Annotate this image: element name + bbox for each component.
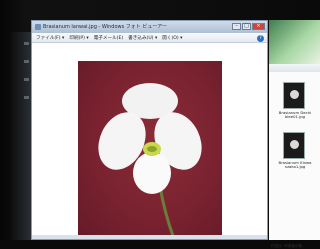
file-caption[interactable]: Brasianum Dechiblee01.jpg	[278, 110, 312, 120]
menu-open[interactable]: 開く(O) ▾	[162, 35, 182, 41]
thumbnail-image	[290, 90, 299, 99]
orchid-flower-image	[98, 83, 202, 240]
lip-pouch	[133, 152, 171, 194]
window-controls: – □ ×	[232, 23, 265, 31]
file-thumbnail[interactable]	[283, 82, 305, 109]
bottom-toolbar	[32, 235, 267, 239]
explorer-side-window: Brasianum Dechiblee01.jpg Brasianum Kinw…	[269, 20, 320, 248]
file-caption[interactable]: Brasianum Kinwa nzaka1.jpg	[278, 160, 312, 170]
menu-print[interactable]: 印刷(P) ▾	[69, 35, 88, 41]
edge-mark	[24, 78, 29, 81]
window-title: Brasianum lanwai.jpg - Windows フォト ビューアー	[43, 24, 167, 30]
flower-stem	[158, 185, 176, 240]
image-viewer-area	[32, 43, 267, 240]
file-thumbnail[interactable]	[283, 132, 305, 159]
photo-viewer-window: Brasianum lanwai.jpg - Windows フォト ビューアー…	[31, 20, 268, 240]
details-footer: 作成日: 作成者の数...	[271, 244, 306, 248]
close-button[interactable]: ×	[252, 23, 265, 30]
menu-file[interactable]: ファイル(F) ▾	[36, 35, 64, 41]
menu-bar: ファイル(F) ▾ 印刷(P) ▾ 電子メール(E) 書き込み(U) ▾ 開く(…	[32, 33, 267, 43]
orchid-photo	[78, 61, 222, 240]
thumbnail-image	[290, 140, 299, 149]
edge-mark	[24, 96, 29, 99]
maximize-button[interactable]: □	[242, 23, 251, 30]
edge-mark	[24, 42, 29, 45]
help-icon[interactable]: ?	[257, 34, 264, 42]
title-bar[interactable]: Brasianum lanwai.jpg - Windows フォト ビューアー…	[32, 21, 267, 33]
menu-burn[interactable]: 書き込み(U) ▾	[128, 35, 157, 41]
file-list: Brasianum Dechiblee01.jpg Brasianum Kinw…	[269, 72, 320, 240]
menu-email[interactable]: 電子メール(E)	[94, 35, 123, 41]
staminode-center	[147, 146, 157, 152]
background-window-edge	[10, 32, 31, 240]
explorer-header-image	[269, 20, 320, 64]
edge-mark	[24, 60, 29, 63]
app-icon	[35, 24, 41, 30]
minimize-button[interactable]: –	[232, 23, 241, 30]
